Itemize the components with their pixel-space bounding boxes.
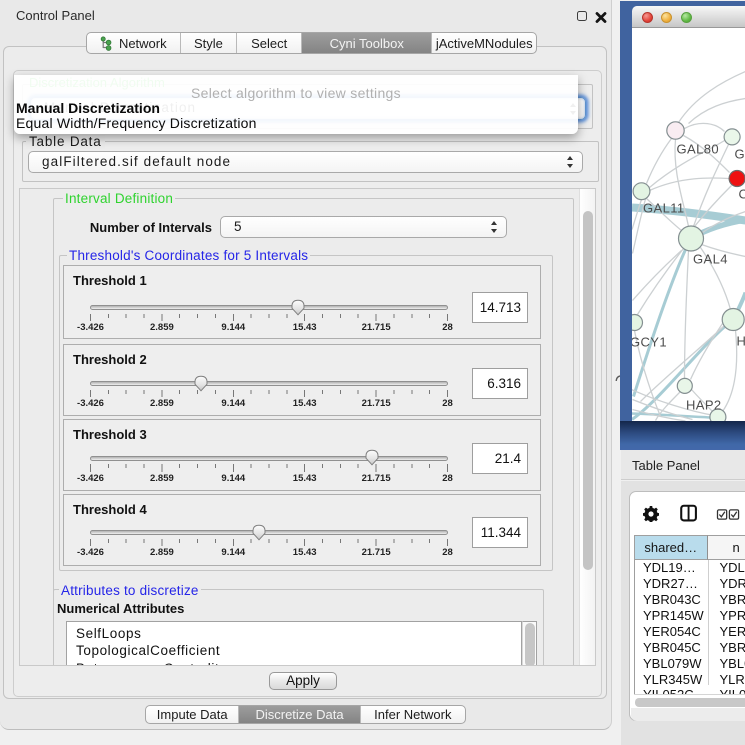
svg-text:GAL7: GAL7	[734, 146, 745, 161]
svg-text:GAL4: GAL4	[693, 251, 728, 266]
svg-text:GCY1: GCY1	[632, 334, 667, 349]
svg-text:HAP2: HAP2	[686, 397, 722, 412]
svg-text:HAP1: HAP1	[736, 333, 745, 348]
svg-text:GAL80: GAL80	[676, 141, 718, 156]
svg-text:GAL11: GAL11	[643, 200, 685, 215]
svg-text:CRP: CRP	[738, 186, 745, 201]
